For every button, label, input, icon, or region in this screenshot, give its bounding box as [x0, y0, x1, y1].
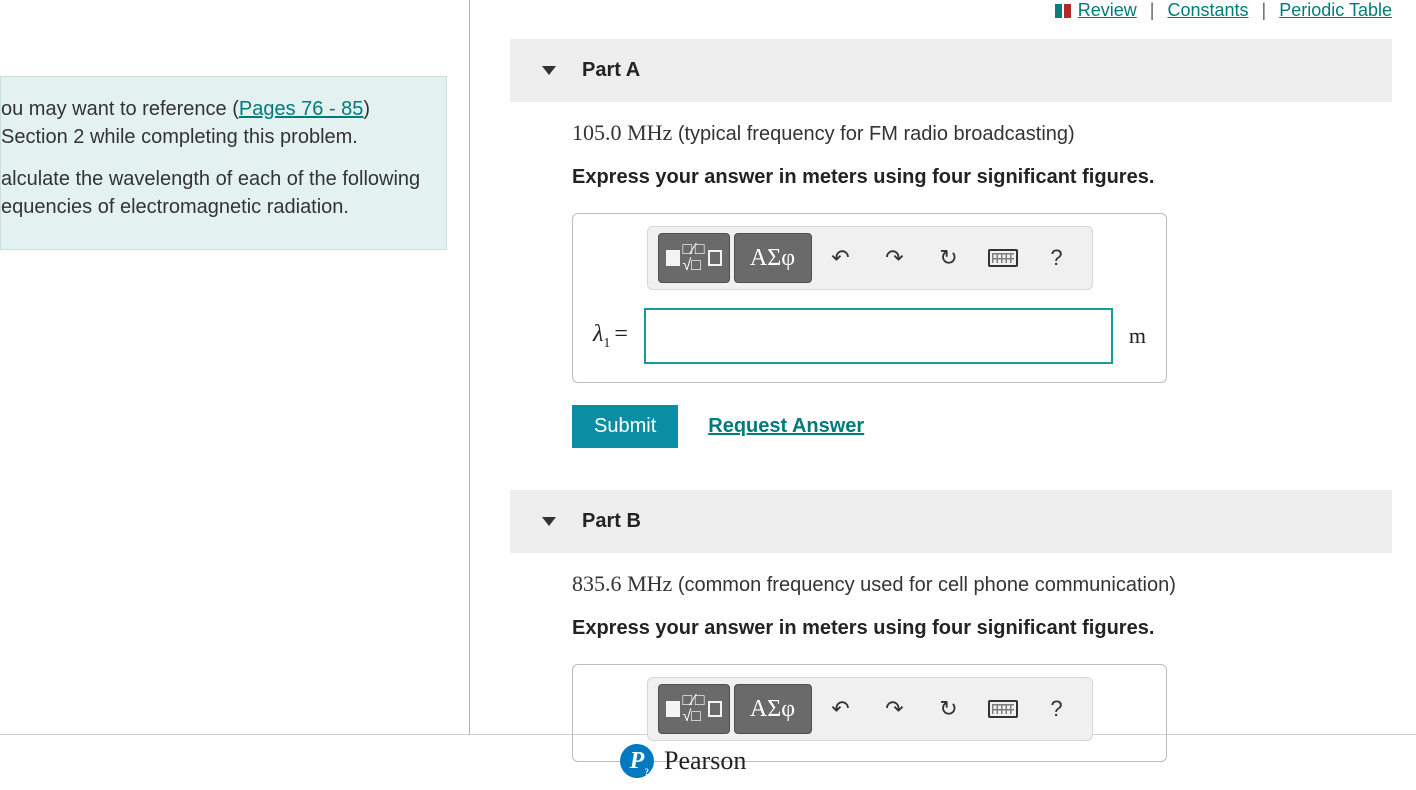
instruction-b: Express your answer in meters using four…: [572, 617, 1360, 640]
greek-symbols-button[interactable]: ΑΣφ: [734, 233, 812, 283]
submit-button[interactable]: Submit: [572, 405, 678, 448]
freq-unit: MHz: [627, 571, 672, 596]
reset-button[interactable]: ↻: [924, 684, 974, 734]
input-row-a: λ1= m: [587, 308, 1152, 364]
freq-value: 105.0: [572, 120, 622, 145]
top-links: Review | Constants | Periodic Table: [510, 0, 1392, 25]
actions-a: Submit Request Answer: [572, 405, 1360, 448]
left-panel: ou may want to reference (Pages 76 - 85)…: [0, 0, 470, 734]
undo-button[interactable]: ↶: [816, 684, 866, 734]
question-line-b: 835.6 MHz (common frequency used for cel…: [572, 571, 1360, 597]
templates-icon: □⁄□√□: [666, 693, 722, 725]
help-button[interactable]: ?: [1032, 233, 1082, 283]
info-box: ou may want to reference (Pages 76 - 85)…: [0, 76, 447, 250]
equals-sign: =: [610, 321, 628, 347]
keyboard-icon: [988, 249, 1018, 267]
templates-button[interactable]: □⁄□√□: [658, 684, 730, 734]
answer-input-a[interactable]: [644, 308, 1113, 364]
keyboard-button[interactable]: [978, 233, 1028, 283]
freq-desc: (typical frequency for FM radio broadcas…: [672, 123, 1074, 145]
greek-symbols-button[interactable]: ΑΣφ: [734, 684, 812, 734]
answer-box-a: □⁄□√□ ΑΣφ ↶ ↷ ↻ ? λ1= m: [572, 213, 1167, 383]
lambda-sym: λ: [593, 321, 603, 347]
part-b-title: Part B: [582, 510, 641, 533]
lambda-label: λ1=: [593, 321, 628, 352]
part-a-title: Part A: [582, 59, 640, 82]
keyboard-icon: [988, 700, 1018, 718]
answer-box-b: □⁄□√□ ΑΣφ ↶ ↷ ↻ ?: [572, 664, 1167, 762]
keyboard-button[interactable]: [978, 684, 1028, 734]
redo-button[interactable]: ↷: [870, 233, 920, 283]
redo-button[interactable]: ↷: [870, 684, 920, 734]
undo-button[interactable]: ↶: [816, 233, 866, 283]
review-link[interactable]: Review: [1078, 0, 1137, 20]
templates-button[interactable]: □⁄□√□: [658, 233, 730, 283]
reset-button[interactable]: ↻: [924, 233, 974, 283]
problem-statement: alculate the wavelength of each of the f…: [1, 165, 422, 221]
part-a-header[interactable]: Part A: [510, 39, 1392, 102]
unit-label: m: [1129, 323, 1146, 349]
separator: |: [1142, 0, 1163, 20]
part-a-body: 105.0 MHz (typical frequency for FM radi…: [510, 102, 1392, 476]
freq-unit: MHz: [627, 120, 672, 145]
help-button[interactable]: ?: [1032, 684, 1082, 734]
constants-link[interactable]: Constants: [1167, 0, 1248, 20]
templates-icon: □⁄□√□: [666, 242, 722, 274]
request-answer-link[interactable]: Request Answer: [708, 415, 864, 438]
caret-down-icon: [542, 66, 556, 75]
reference-text: ou may want to reference (Pages 76 - 85)…: [1, 95, 422, 151]
freq-value: 835.6: [572, 571, 622, 596]
instruction-a: Express your answer in meters using four…: [572, 166, 1360, 189]
right-panel: Review | Constants | Periodic Table Part…: [470, 0, 1416, 734]
freq-desc: (common frequency used for cell phone co…: [672, 574, 1176, 596]
caret-down-icon: [542, 517, 556, 526]
pearson-logo-icon: P: [620, 744, 654, 778]
pages-link[interactable]: Pages 76 - 85: [239, 98, 364, 120]
periodic-table-link[interactable]: Periodic Table: [1279, 0, 1392, 20]
question-line-a: 105.0 MHz (typical frequency for FM radi…: [572, 120, 1360, 146]
equation-toolbar-a: □⁄□√□ ΑΣφ ↶ ↷ ↻ ?: [647, 226, 1093, 290]
pearson-brand: Pearson: [664, 746, 746, 776]
part-b-header[interactable]: Part B: [510, 490, 1392, 553]
ref-pre: ou may want to reference (: [1, 98, 239, 120]
separator: |: [1254, 0, 1275, 20]
book-icon: [1055, 4, 1071, 18]
equation-toolbar-b: □⁄□√□ ΑΣφ ↶ ↷ ↻ ?: [647, 677, 1093, 741]
